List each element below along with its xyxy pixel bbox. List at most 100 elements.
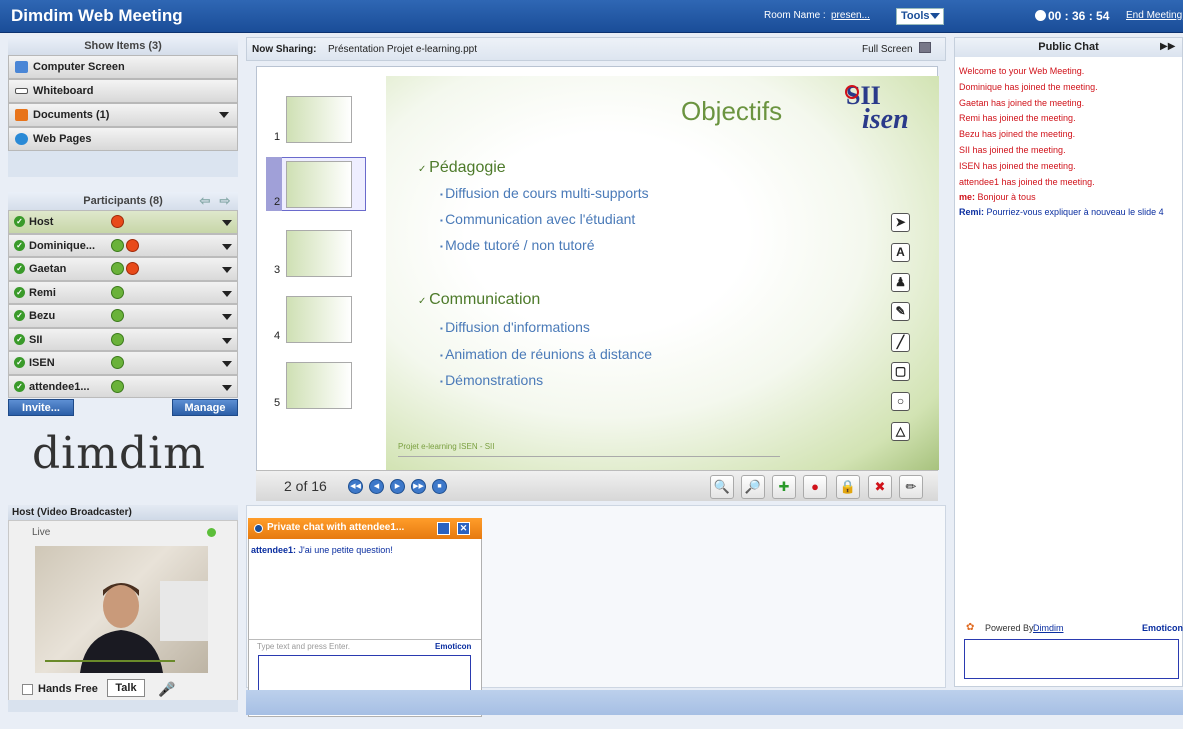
participant-row[interactable]: ✓ Host bbox=[8, 210, 238, 234]
slide-thumbnail[interactable] bbox=[286, 161, 352, 208]
minimize-icon[interactable] bbox=[437, 522, 450, 535]
zoom-out-icon[interactable]: 🔍 bbox=[710, 475, 734, 499]
show-item-label: Whiteboard bbox=[33, 85, 94, 97]
zoom-in-icon[interactable]: 🔎 bbox=[741, 475, 765, 499]
close-icon[interactable]: ✕ bbox=[457, 522, 470, 535]
microphone-icon[interactable]: 🎤 bbox=[158, 681, 175, 698]
stop-icon[interactable]: ■ bbox=[432, 479, 447, 494]
hands-free-label: Hands Free bbox=[38, 683, 98, 695]
public-emoticon-button[interactable]: Emoticon bbox=[1142, 623, 1183, 633]
next-slide-icon[interactable]: ▶ bbox=[390, 479, 405, 494]
first-slide-icon[interactable]: ◀◀ bbox=[348, 479, 363, 494]
show-item-whiteboard[interactable]: Whiteboard bbox=[8, 79, 238, 103]
arrow-right-icon[interactable]: ⇨ bbox=[218, 194, 232, 207]
chat-system-message: Gaetan has joined the meeting. bbox=[959, 98, 1085, 108]
video-header: Host (Video Broadcaster) bbox=[8, 505, 238, 520]
show-item-documents[interactable]: Documents (1) bbox=[8, 103, 238, 127]
show-item-computer-screen[interactable]: Computer Screen bbox=[8, 55, 238, 79]
manage-button[interactable]: Manage bbox=[172, 399, 238, 416]
chevron-down-icon[interactable] bbox=[222, 314, 232, 320]
chevron-down-icon[interactable] bbox=[222, 243, 232, 250]
rectangle-tool-icon[interactable]: ▢ bbox=[891, 362, 910, 381]
check-icon: ✓ bbox=[14, 333, 25, 345]
slide-sub-bullet: Diffusion de cours multi-supports bbox=[440, 185, 649, 201]
chevron-down-icon[interactable] bbox=[222, 290, 232, 297]
move-icon[interactable]: ✚ bbox=[772, 475, 796, 499]
document-icon bbox=[15, 109, 28, 121]
talk-button[interactable]: Talk bbox=[107, 679, 145, 697]
chat-system-message: Remi has joined the meeting. bbox=[959, 113, 1076, 123]
chat-system-message: Bezu has joined the meeting. bbox=[959, 129, 1076, 139]
public-chat-input[interactable] bbox=[964, 639, 1179, 679]
isen-logo: SII isen bbox=[845, 81, 909, 130]
slide-sub-bullet: Communication avec l'étudiant bbox=[440, 211, 635, 227]
thumbnail-number: 2 bbox=[274, 196, 281, 208]
room-name-label: Room Name : bbox=[764, 10, 826, 21]
previous-slide-icon[interactable]: ◀ bbox=[369, 479, 384, 494]
full-screen-link[interactable]: Full Screen bbox=[862, 44, 913, 55]
show-items-header: Show Items (3) bbox=[8, 37, 238, 55]
slide-sub-bullet: Démonstrations bbox=[440, 372, 543, 388]
end-meeting-link[interactable]: End Meeting bbox=[1126, 10, 1182, 21]
dimdim-link[interactable]: Dimdim bbox=[1033, 623, 1064, 633]
lock-icon[interactable]: 🔒 bbox=[836, 475, 860, 499]
participants-header: Participants (8) ⇦ ⇨ bbox=[8, 192, 238, 210]
slide-thumbnail[interactable] bbox=[286, 96, 352, 143]
participant-row[interactable]: ✓ ISEN bbox=[8, 351, 238, 375]
video-feed bbox=[35, 546, 208, 673]
public-chat-header: Public Chat bbox=[955, 38, 1182, 57]
slide-thumbnail[interactable] bbox=[286, 296, 352, 343]
chat-icon bbox=[111, 379, 124, 393]
show-item-web-pages[interactable]: Web Pages bbox=[8, 127, 238, 151]
chat-user-message: me: Bonjour à tous bbox=[959, 192, 1036, 202]
annotate-icon[interactable]: ✏ bbox=[899, 475, 923, 499]
text-tool-icon[interactable]: A bbox=[891, 243, 910, 262]
dimdim-logo: dimdim bbox=[32, 428, 206, 479]
participant-row[interactable]: ✓ Remi bbox=[8, 280, 238, 304]
webcam-person-image bbox=[45, 581, 208, 673]
mic-icon bbox=[126, 262, 139, 275]
private-chat-message: attendee1: J'ai une petite question! bbox=[251, 545, 393, 555]
chat-icon bbox=[111, 309, 124, 322]
participant-row[interactable]: ✓ Gaetan bbox=[8, 257, 238, 281]
collapse-icon[interactable]: ▶▶ bbox=[1160, 41, 1175, 52]
ellipse-tool-icon[interactable]: ○ bbox=[891, 392, 910, 411]
hands-free-checkbox[interactable] bbox=[22, 684, 33, 695]
last-slide-icon[interactable]: ▶▶ bbox=[411, 479, 426, 494]
participant-row[interactable]: ✓ Bezu bbox=[8, 304, 238, 328]
slide-thumbnail[interactable] bbox=[286, 362, 352, 409]
check-icon: ✓ bbox=[14, 263, 25, 274]
clear-icon[interactable]: ✖ bbox=[868, 475, 892, 499]
thumbnail-number: 5 bbox=[274, 397, 281, 409]
pointer-tool-icon[interactable]: ➤ bbox=[891, 213, 910, 232]
line-tool-icon[interactable]: ╱ bbox=[891, 333, 910, 352]
chevron-down-icon[interactable] bbox=[222, 267, 232, 273]
invite-button[interactable]: Invite... bbox=[8, 399, 74, 416]
chat-system-message: SII has joined the meeting. bbox=[959, 145, 1066, 155]
participant-row[interactable]: ✓ Dominique... bbox=[8, 233, 238, 257]
chevron-down-icon[interactable] bbox=[222, 361, 232, 367]
check-icon: ✓ bbox=[14, 380, 25, 392]
participant-row[interactable]: ✓ attendee1... bbox=[8, 374, 238, 398]
slide-thumbnail[interactable] bbox=[286, 230, 352, 277]
chevron-down-icon[interactable] bbox=[219, 112, 229, 118]
tools-menu-button[interactable]: Tools bbox=[896, 8, 944, 25]
room-name-link[interactable]: presen... bbox=[831, 10, 870, 21]
participant-row[interactable]: ✓ SII bbox=[8, 327, 238, 351]
chevron-down-icon[interactable] bbox=[222, 220, 232, 226]
stamp-tool-icon[interactable]: ♟ bbox=[891, 273, 910, 292]
thumbnail-number: 3 bbox=[274, 264, 281, 276]
fullscreen-icon[interactable] bbox=[919, 42, 931, 53]
chevron-down-icon[interactable] bbox=[222, 384, 232, 391]
participant-name: Gaetan bbox=[29, 263, 67, 275]
participant-name: SII bbox=[29, 333, 43, 346]
private-emoticon-button[interactable]: Emoticon bbox=[435, 642, 471, 651]
participant-name: ISEN bbox=[29, 357, 55, 369]
slide-title: Objectifs bbox=[681, 96, 783, 126]
arrow-left-icon[interactable]: ⇦ bbox=[198, 194, 212, 207]
pencil-tool-icon[interactable]: ✎ bbox=[891, 302, 910, 321]
shared-file-name: Présentation Projet e-learning.ppt bbox=[328, 44, 477, 55]
triangle-tool-icon[interactable]: △ bbox=[891, 422, 910, 441]
record-icon[interactable]: ● bbox=[803, 475, 827, 499]
chevron-down-icon[interactable] bbox=[222, 337, 232, 344]
